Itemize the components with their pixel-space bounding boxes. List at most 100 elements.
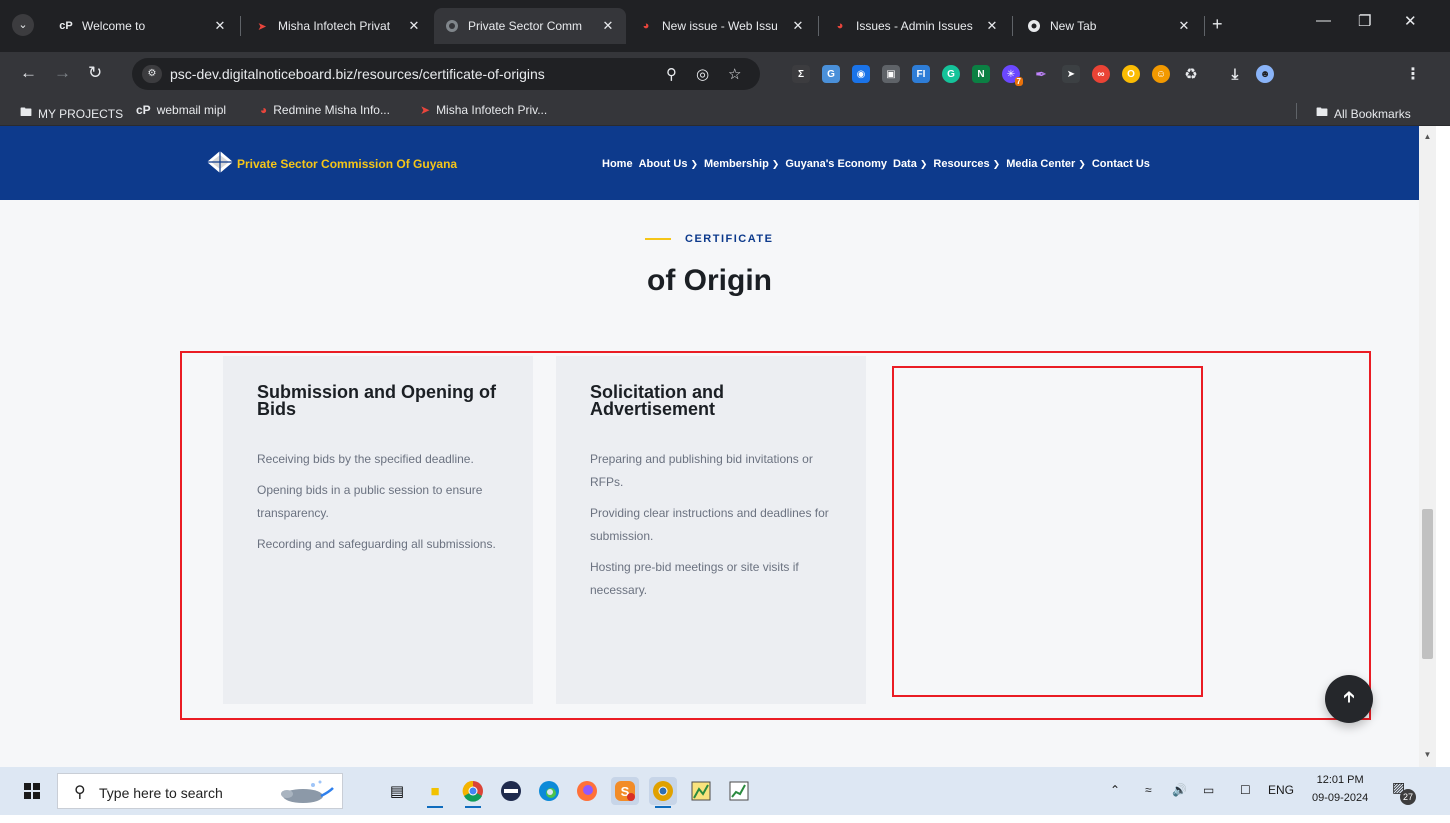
clock-date: 09-09-2024 <box>1312 792 1369 804</box>
pen-extension-icon[interactable]: ✒ <box>1032 65 1050 83</box>
scroll-down-arrow-icon[interactable]: ▼ <box>1419 750 1436 759</box>
nav-contact-us[interactable]: Contact Us <box>1092 158 1150 170</box>
cpanel-icon: cP <box>59 20 73 32</box>
input-method-icon[interactable]: ☐ <box>1240 783 1251 797</box>
circle-extension-icon[interactable]: O <box>1122 65 1140 83</box>
nav-label: Membership <box>704 158 769 170</box>
grammarly-extension-icon[interactable]: G <box>942 65 960 83</box>
tab-search-button[interactable]: ⌄ <box>12 14 34 36</box>
restore-button[interactable]: ❐ <box>1358 12 1371 30</box>
all-bookmarks-label: All Bookmarks <box>1334 106 1411 121</box>
chart-app-taskbar-icon[interactable] <box>725 777 753 805</box>
puzzle-extensions-icon[interactable]: ♻ <box>1182 65 1200 83</box>
eyebrow-accent-line <box>645 238 671 240</box>
fi-extension-icon[interactable]: FI <box>912 65 930 83</box>
tab-new-issue[interactable]: ◕ New issue - Web Issu ✕ <box>628 8 816 44</box>
close-icon[interactable]: ✕ <box>406 18 422 34</box>
close-window-button[interactable]: ✕ <box>1404 12 1417 30</box>
site-info-icon[interactable]: ⚙ <box>142 65 162 83</box>
close-icon[interactable]: ✕ <box>212 18 228 34</box>
close-icon[interactable]: ✕ <box>984 18 1000 34</box>
section-eyebrow: CERTIFICATE <box>645 233 773 245</box>
back-button[interactable]: ← <box>20 63 37 83</box>
emoji-extension-icon[interactable]: ☺ <box>1152 65 1170 83</box>
nav-media-center[interactable]: Media Center ❯ <box>1006 158 1086 170</box>
profile-avatar-icon[interactable]: ☻ <box>1256 65 1274 83</box>
chevron-down-icon: ❯ <box>771 158 780 169</box>
tab-private-sector-commission[interactable]: Private Sector Comm ✕ <box>434 8 626 44</box>
zoom-icon[interactable]: ⚲ <box>666 65 677 83</box>
forward-button[interactable]: → <box>54 63 71 83</box>
close-icon[interactable]: ✕ <box>600 18 616 34</box>
bookmark-star-icon[interactable]: ☆ <box>728 65 741 83</box>
misha-icon: ➤ <box>420 103 431 117</box>
logo-diamond-icon[interactable] <box>207 151 233 173</box>
wifi-icon[interactable]: ≈ <box>1145 783 1152 797</box>
new-tab-button[interactable]: + <box>1212 14 1223 35</box>
reload-button[interactable]: ↻ <box>88 63 102 83</box>
cursor-extension-icon[interactable]: ➤ <box>1062 65 1080 83</box>
swirl-extension-icon[interactable]: ∞ <box>1092 65 1110 83</box>
all-bookmarks-button[interactable]: 🖿 All Bookmarks <box>1316 103 1411 124</box>
active-indicator <box>427 806 443 808</box>
bookmark-my-projects[interactable]: 🖿 MY PROJECTS <box>20 103 123 124</box>
page-scrollbar[interactable]: ▲ ▼ <box>1419 126 1436 767</box>
image-app-taskbar-icon[interactable] <box>687 777 715 805</box>
taskbar-search-box[interactable]: ⚲ Type here to search <box>57 773 343 809</box>
nav-label: About Us <box>638 158 688 170</box>
download-icon[interactable]: ⤓ <box>1226 65 1244 83</box>
notification-center-icon[interactable]: ▨ 27 <box>1392 779 1416 805</box>
globe-icon <box>444 18 460 34</box>
show-hidden-icons-icon[interactable]: ⌃ <box>1110 783 1120 797</box>
taskbar-clock[interactable]: 12:01 PM 09-09-2024 <box>1312 771 1368 807</box>
tab-admin-issues[interactable]: ◕ Issues - Admin Issues ✕ <box>822 8 1010 44</box>
tab-welcome[interactable]: cP Welcome to ✕ <box>48 8 238 44</box>
tab-misha-infotech[interactable]: ➤ Misha Infotech Privat ✕ <box>244 8 432 44</box>
address-bar-url[interactable]: psc-dev.digitalnoticeboard.biz/resources… <box>170 66 545 82</box>
translate-extension-icon[interactable]: G <box>822 65 840 83</box>
scroll-to-top-button[interactable]: 🡱 <box>1325 675 1373 723</box>
nav-guyanas-economy[interactable]: Guyana's Economy <box>785 158 887 170</box>
chrome-canary-taskbar-icon[interactable] <box>649 777 677 808</box>
chrome-menu-icon[interactable]: ⋮ <box>1404 65 1422 83</box>
volume-icon[interactable]: 🔊 <box>1172 783 1187 797</box>
colorful-extension-icon[interactable]: ✳ 7 <box>1002 65 1023 86</box>
edge-taskbar-icon[interactable] <box>535 777 563 805</box>
nav-resources[interactable]: Resources ❯ <box>933 158 1000 170</box>
minimize-button[interactable]: — <box>1316 12 1331 29</box>
site-header: Private Sector Commission Of Guyana Home… <box>0 126 1419 200</box>
eye-off-icon[interactable]: ◎ <box>696 65 709 83</box>
chrome-taskbar-icon[interactable] <box>459 777 487 808</box>
task-view-icon[interactable]: ▤ <box>383 777 411 805</box>
battery-icon[interactable]: ▭ <box>1203 783 1214 797</box>
site-logo-text[interactable]: Private Sector Commission Of Guyana <box>237 157 457 171</box>
cpanel-icon: cP <box>136 103 151 117</box>
nav-data[interactable]: Data ❯ <box>893 158 927 170</box>
firefox-taskbar-icon[interactable] <box>573 777 601 805</box>
address-bar[interactable]: ⚙ psc-dev.digitalnoticeboard.biz/resourc… <box>132 58 760 90</box>
windows-start-icon[interactable] <box>24 783 40 799</box>
scroll-up-arrow-icon[interactable]: ▲ <box>1419 132 1436 141</box>
close-icon[interactable]: ✕ <box>790 18 806 34</box>
nav-membership[interactable]: Membership ❯ <box>704 158 779 170</box>
new-extension-icon[interactable]: N <box>972 65 990 83</box>
bookmark-webmail[interactable]: cP webmail mipl <box>136 103 226 117</box>
language-indicator[interactable]: ENG <box>1268 783 1294 797</box>
close-icon[interactable]: ✕ <box>1176 18 1192 34</box>
file-explorer-icon[interactable]: ■ <box>421 777 449 808</box>
vpn-taskbar-icon[interactable] <box>497 777 525 805</box>
skype-taskbar-icon[interactable]: S <box>611 777 639 805</box>
bookmark-misha-infotech[interactable]: ➤ Misha Infotech Priv... <box>420 103 547 117</box>
screen-capture-extension-icon[interactable]: ◉ <box>852 65 870 83</box>
misha-icon: ➤ <box>257 20 267 33</box>
windows-taskbar: ⚲ Type here to search ▤ ■ S ⌃ ≈ 🔊 ▭ ☐ EN… <box>0 767 1450 815</box>
scrollbar-thumb[interactable] <box>1422 509 1433 659</box>
folder-icon: 🖿 <box>1316 105 1329 119</box>
nav-label: Guyana's Economy <box>785 158 887 170</box>
sigma-extension-icon[interactable]: Σ <box>792 65 810 83</box>
nav-about-us[interactable]: About Us ❯ <box>639 158 698 170</box>
window-extension-icon[interactable]: ▣ <box>882 65 900 83</box>
bookmark-redmine[interactable]: ◕ Redmine Misha Info... <box>260 103 390 117</box>
nav-home[interactable]: Home <box>602 158 633 170</box>
tab-new-tab[interactable]: New Tab ✕ <box>1016 8 1202 44</box>
